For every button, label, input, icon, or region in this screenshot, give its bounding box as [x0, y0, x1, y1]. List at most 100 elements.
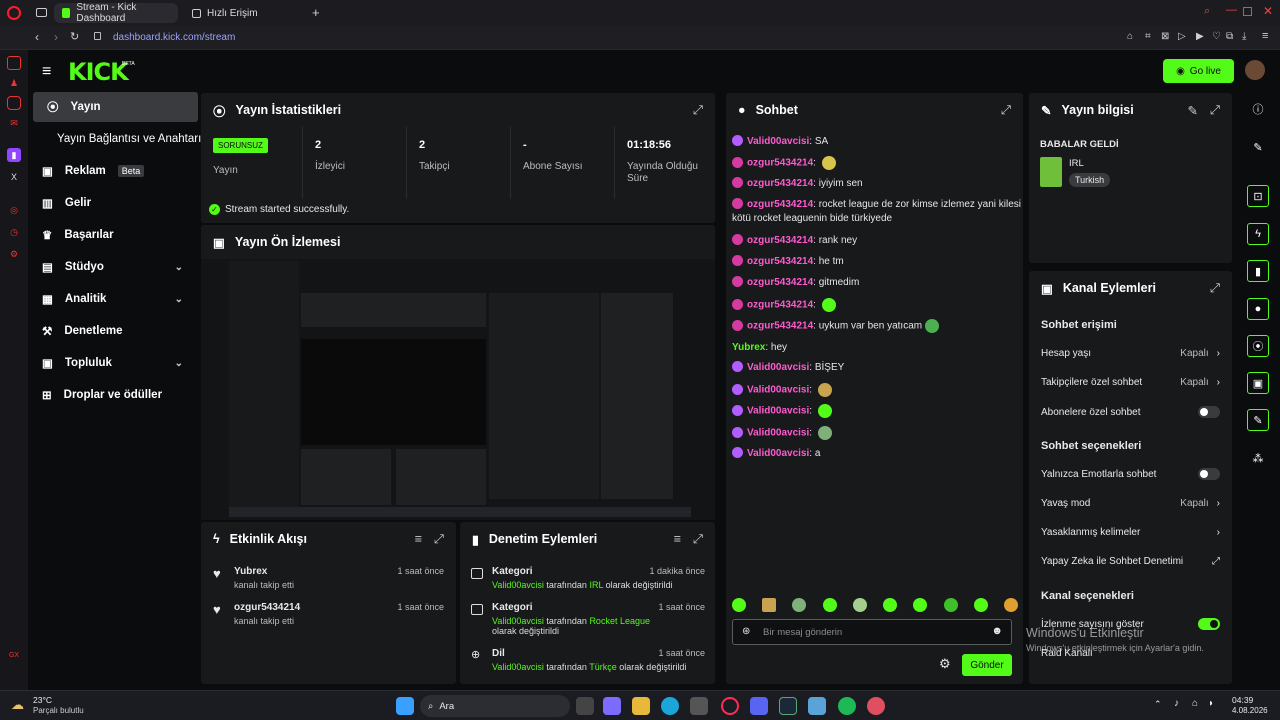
emote-icon[interactable] — [762, 598, 777, 612]
app-icon[interactable] — [808, 697, 826, 715]
popout-icon[interactable]: ⤢ — [693, 103, 703, 118]
popout-icon[interactable]: ⤢ — [1210, 281, 1220, 296]
task-view-icon[interactable] — [576, 697, 594, 715]
sidebar-music-icon[interactable]: ◎ — [7, 203, 21, 217]
sidebar-item-analitik[interactable]: ▦ Analitik ⌄ — [28, 284, 193, 314]
download-icon[interactable]: ⤓ — [1242, 31, 1246, 42]
new-tab-icon[interactable]: + — [312, 5, 320, 20]
windows-start-icon[interactable] — [396, 697, 414, 715]
emote-icon[interactable] — [822, 598, 837, 612]
chat-username[interactable]: Valid00avcisi — [747, 136, 809, 147]
popout-icon[interactable]: ⤢ — [1210, 103, 1220, 118]
activity-user[interactable]: Yubrex — [234, 566, 267, 577]
sidebar-instagram-icon[interactable] — [7, 96, 21, 110]
emote-icon[interactable] — [852, 598, 867, 612]
back-icon[interactable]: ‹ — [35, 30, 39, 44]
weather-icon[interactable]: ☁ — [11, 697, 24, 713]
emote-icon[interactable] — [1003, 598, 1018, 612]
app-icon[interactable] — [867, 697, 885, 715]
popout-icon[interactable]: ⤢ — [693, 532, 703, 547]
emote-icon[interactable] — [883, 598, 898, 612]
broadcast-icon[interactable]: ⦿ — [1247, 335, 1269, 357]
tab-kick-dashboard[interactable]: Stream - Kick Dashboard — [54, 2, 178, 24]
banned-words-row[interactable]: Yasaklanmış kelimeler › — [1041, 527, 1220, 538]
sidebar-gx-icon[interactable]: GX — [7, 648, 21, 662]
sidebar-item-denetleme[interactable]: ⚒ Denetleme — [28, 316, 193, 346]
emote-icon[interactable] — [792, 598, 807, 612]
forward-icon[interactable]: › — [54, 30, 58, 44]
sidebar-messenger-icon[interactable]: ✉ — [7, 116, 21, 130]
taskbar-search[interactable]: ⌕ Ara — [420, 695, 570, 717]
filter-icon[interactable]: ≡ — [415, 532, 422, 547]
url-text[interactable]: dashboard.kick.com/stream — [113, 32, 235, 43]
go-live-button[interactable]: ◉ Go live — [1163, 59, 1234, 83]
chat-username[interactable]: Valid00avcisi — [747, 406, 809, 417]
opera-gx-icon[interactable] — [721, 697, 739, 715]
slow-mode-row[interactable]: Yavaş mod Kapalı › — [1041, 498, 1220, 509]
microphone-icon[interactable]: ♪ — [1174, 698, 1179, 709]
send-button[interactable]: Gönder — [962, 654, 1012, 676]
edit-icon[interactable]: ✎ — [1244, 136, 1272, 158]
activity-user[interactable]: ozgur5434214 — [234, 602, 300, 613]
subs-only-toggle[interactable] — [1198, 406, 1220, 418]
chat-username[interactable]: ozgur5434214 — [747, 199, 813, 210]
sidebar-item-topluluk[interactable]: ▣ Topluluk ⌄ — [28, 348, 193, 378]
chat-username[interactable]: ozgur5434214 — [747, 235, 813, 246]
maximize-icon[interactable] — [1243, 7, 1252, 16]
sidebar-item-droplar[interactable]: ⊞ Droplar ve ödüller — [28, 380, 193, 410]
sidebar-item-basarilar[interactable]: ♛ Başarılar — [28, 220, 193, 250]
store-icon[interactable] — [690, 697, 708, 715]
mod-user[interactable]: Valid00avcisi — [492, 580, 544, 590]
sidebar-twitch-icon[interactable]: ▮ — [7, 148, 21, 162]
chat-username[interactable]: ozgur5434214 — [747, 321, 813, 332]
network-icon[interactable]: ⌂ — [1192, 698, 1198, 709]
filter-icon[interactable]: ≡ — [674, 532, 681, 547]
chat-username[interactable]: ozgur5434214 — [747, 300, 813, 311]
menu-icon[interactable]: ≡ — [1262, 30, 1268, 42]
mod-user[interactable]: Valid00avcisi — [492, 662, 544, 672]
sidebar-item-reklam[interactable]: ▣ Reklam Beta — [28, 156, 193, 186]
discord-icon[interactable] — [750, 697, 768, 715]
stream-preview-video[interactable] — [201, 259, 715, 520]
tab-quick-access[interactable]: Hızlı Erişim — [184, 3, 304, 23]
chat-input[interactable]: ⊛ Bir mesaj gönderin ☻ — [732, 619, 1012, 645]
minimize-icon[interactable]: — — [1226, 4, 1237, 16]
puzzle-icon[interactable]: ⧉ — [1226, 31, 1233, 42]
popout-icon[interactable]: ⤢ — [1001, 103, 1011, 118]
bookmark-icon[interactable]: ⌂ — [1127, 31, 1133, 42]
sidebar-item-yayin[interactable]: ⦿ Yayın — [33, 92, 198, 122]
sidebar-item-gelir[interactable]: ▥ Gelir — [28, 188, 193, 218]
chat-username[interactable]: ozgur5434214 — [747, 277, 813, 288]
reload-icon[interactable]: ↻ — [70, 30, 79, 43]
emotes-only-toggle[interactable] — [1198, 468, 1220, 480]
spotify-icon[interactable] — [838, 697, 856, 715]
sidebar-aria-icon[interactable]: ♟ — [7, 76, 21, 90]
camera-icon[interactable]: ⊡ — [1247, 185, 1269, 207]
clock-time[interactable]: 04:39 — [1232, 695, 1253, 705]
emote-icon[interactable] — [732, 598, 746, 612]
sidebar-home-icon[interactable] — [7, 56, 21, 70]
hamburger-menu-icon[interactable]: ≡ — [42, 63, 51, 81]
chat-username[interactable]: ozgur5434214 — [747, 158, 813, 169]
volume-icon[interactable]: ◗ — [1208, 698, 1214, 709]
heart-icon[interactable]: ♡ — [1212, 31, 1221, 42]
copilot-icon[interactable] — [603, 697, 621, 715]
mod-user[interactable]: Valid00avcisi — [492, 616, 544, 626]
account-age-row[interactable]: Hesap yaşı Kapalı › — [1041, 348, 1220, 359]
lightning-icon[interactable]: ϟ — [1247, 223, 1269, 245]
ai-moderation-row[interactable]: Yapay Zeka ile Sohbet Denetimi ⤢ — [1041, 556, 1220, 567]
document-icon[interactable]: ▮ — [1247, 260, 1269, 282]
popout-icon[interactable]: ⤢ — [434, 532, 444, 547]
sidebar-item-studyo[interactable]: ▤ Stüdyo ⌄ — [28, 252, 193, 282]
sidebar-x-icon[interactable]: X — [7, 170, 21, 184]
settings-gear-icon[interactable]: ⚙ — [939, 656, 951, 672]
emote-icon[interactable] — [913, 598, 928, 612]
edge-icon[interactable] — [661, 697, 679, 715]
tray-chevron-icon[interactable]: ⌃ — [1154, 699, 1162, 710]
chat-username[interactable]: Valid00avcisi — [747, 362, 809, 373]
extension-icon[interactable]: ▷ — [1178, 31, 1186, 42]
add-widget-icon[interactable]: ⁂ — [1244, 447, 1272, 469]
chat-username[interactable]: Yubrex — [732, 342, 765, 353]
emoji-icon[interactable]: ☻ — [991, 625, 1003, 637]
opera-logo-icon[interactable] — [7, 6, 21, 20]
